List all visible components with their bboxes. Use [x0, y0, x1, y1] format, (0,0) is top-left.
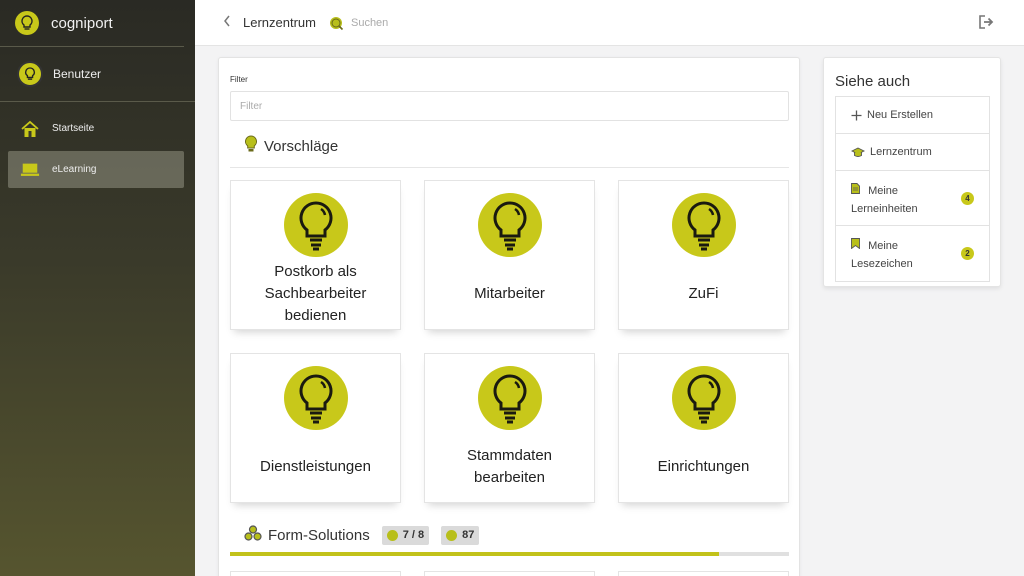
see-also-label: Lernzentrum — [870, 146, 932, 158]
lightbulb-icon — [672, 193, 736, 257]
see-also-item-neu-erstellen[interactable]: Neu Erstellen — [836, 97, 989, 134]
bookmark-icon — [851, 238, 860, 249]
tile-label: Mitarbeiter — [474, 285, 545, 302]
form-solutions-tile[interactable] — [618, 571, 789, 576]
search-placeholder: Suchen — [350, 16, 389, 29]
progress-fill — [230, 552, 720, 556]
form-solutions-tile[interactable] — [424, 571, 595, 576]
document-icon — [851, 183, 860, 194]
user-name: Benutzer — [53, 67, 102, 81]
avatar — [17, 61, 43, 87]
suggestion-tile[interactable]: Dienstleistungen — [230, 353, 401, 503]
count-badge: 4 — [961, 192, 974, 205]
topbar: Lernzentrum Suchen — [195, 0, 1024, 46]
see-also-title: Siehe auch — [835, 73, 911, 90]
lightbulb-icon — [284, 193, 348, 257]
search-box[interactable]: Suchen — [329, 16, 389, 30]
cogniport-logo-icon — [15, 11, 39, 35]
graduation-cap-icon — [851, 146, 865, 158]
see-also-panel: Siehe auch Neu Erstellen Lernzentrum Mei… — [823, 57, 1001, 287]
home-icon — [20, 120, 40, 138]
suggestion-tile[interactable]: Mitarbeiter — [424, 180, 595, 330]
see-also-item-meine-lesezeichen[interactable]: Meine Lesezeichen 2 — [836, 226, 989, 281]
progress-badge: 7 / 8 — [381, 525, 430, 545]
progress-icon — [386, 529, 398, 541]
see-also-item-meine-lerneinheiten[interactable]: Meine Lerneinheiten 4 — [836, 171, 989, 226]
brand[interactable]: cogniport — [0, 0, 184, 47]
lightbulb-icon — [672, 366, 736, 430]
see-also-label: Neu Erstellen — [867, 109, 934, 121]
count-badge: 2 — [961, 247, 974, 260]
suggestion-tile[interactable]: Einrichtungen — [618, 353, 789, 503]
user-profile[interactable]: Benutzer — [0, 47, 195, 102]
brand-name: cogniport — [51, 14, 113, 32]
tile-label: Stammdaten bearbeiten — [466, 447, 553, 486]
filter-input[interactable] — [230, 91, 789, 121]
see-also-list: Neu Erstellen Lernzentrum Meine Lerneinh… — [835, 96, 990, 282]
progress-badge-value: 7 / 8 — [402, 529, 425, 541]
logout-icon[interactable] — [978, 15, 994, 29]
form-solutions-tile[interactable] — [230, 571, 401, 576]
sidebar-item-startseite[interactable]: Startseite — [8, 110, 184, 147]
score-badge: 87 — [441, 525, 480, 545]
tile-label: ZuFi — [688, 285, 719, 302]
tile-label: Einrichtungen — [657, 458, 750, 475]
suggestions-title: Vorschläge — [264, 137, 339, 155]
see-also-item-lernzentrum[interactable]: Lernzentrum — [836, 134, 989, 171]
page-title: Lernzentrum — [243, 15, 316, 30]
lightbulb-icon — [478, 366, 542, 430]
score-badge-value: 87 — [462, 529, 475, 541]
search-icon — [329, 16, 344, 30]
lightbulb-icon — [244, 135, 258, 157]
tile-label: Dienstleistungen — [260, 458, 371, 475]
chevron-left-icon[interactable] — [223, 15, 231, 30]
sidebar: cogniport Benutzer Startseite eLearning — [0, 0, 195, 576]
divider — [230, 167, 789, 168]
laptop-icon — [20, 161, 40, 179]
cubes-icon — [244, 525, 262, 545]
sidebar-item-label: eLearning — [52, 164, 97, 175]
suggestion-tile[interactable]: Stammdaten bearbeiten — [424, 353, 595, 503]
suggestions-heading: Vorschläge — [244, 135, 338, 157]
clock-icon — [446, 529, 458, 541]
main-card: Filter Vorschläge Postkorb als Sachbearb… — [218, 57, 800, 576]
lightbulb-icon — [478, 193, 542, 257]
see-also-label: Meine Lesezeichen — [851, 240, 913, 270]
sidebar-item-elearning[interactable]: eLearning — [8, 151, 184, 188]
form-solutions-progress-bar — [230, 552, 789, 556]
plus-icon — [851, 110, 862, 121]
lightbulb-icon — [284, 366, 348, 430]
tile-label: Postkorb als Sachbearbeiter bedienen — [264, 263, 367, 324]
form-solutions-title: Form-Solutions — [268, 526, 370, 544]
see-also-label: Meine Lerneinheiten — [851, 185, 918, 215]
suggestion-tile[interactable]: Postkorb als Sachbearbeiter bedienen — [230, 180, 401, 330]
form-solutions-heading: Form-Solutions 7 / 8 87 — [244, 525, 480, 545]
filter-label: Filter — [230, 75, 248, 84]
suggestion-tile[interactable]: ZuFi — [618, 180, 789, 330]
sidebar-item-label: Startseite — [52, 123, 95, 134]
sidebar-nav: Startseite eLearning — [0, 102, 195, 188]
